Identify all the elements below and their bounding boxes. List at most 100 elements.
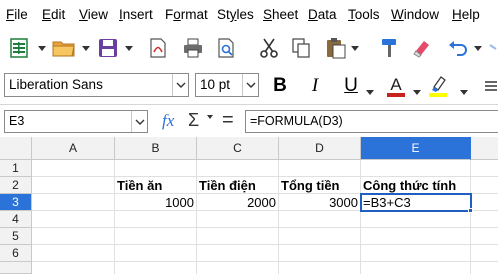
menu-sheet[interactable]: Sheet xyxy=(263,7,298,23)
cell-a5[interactable] xyxy=(32,228,115,245)
cell-b4[interactable] xyxy=(115,211,197,228)
cell-f4[interactable] xyxy=(471,211,498,228)
cell-b1[interactable] xyxy=(115,160,197,177)
menu-help[interactable]: Help xyxy=(452,7,480,23)
row-header-1[interactable]: 1 xyxy=(0,160,32,177)
font-size-combobox[interactable]: 10 pt xyxy=(195,73,259,97)
menu-insert[interactable]: Insert xyxy=(119,7,153,23)
cell-b6[interactable] xyxy=(115,245,197,262)
print-preview-icon[interactable] xyxy=(213,34,239,62)
print-icon[interactable] xyxy=(180,34,206,62)
cell-e3[interactable]: =B3+C3 xyxy=(361,194,471,211)
cell-d4[interactable] xyxy=(279,211,361,228)
row-header-2[interactable]: 2 xyxy=(0,177,32,194)
highlight-color-icon[interactable] xyxy=(425,72,451,100)
cell-f2[interactable] xyxy=(471,177,498,194)
cell-e2[interactable]: Công thức tính xyxy=(361,177,471,194)
open-folder-icon[interactable] xyxy=(50,34,78,62)
cell-e5[interactable] xyxy=(361,228,471,245)
cell-d7[interactable] xyxy=(279,262,361,274)
cell-b5[interactable] xyxy=(115,228,197,245)
name-box[interactable]: E3 xyxy=(4,110,148,133)
font-name-combobox[interactable]: Liberation Sans xyxy=(4,73,189,97)
cell-c3[interactable]: 2000 xyxy=(197,194,279,211)
menu-data[interactable]: Data xyxy=(308,7,337,23)
new-dropdown-arrow-icon[interactable] xyxy=(38,46,46,51)
copy-icon[interactable] xyxy=(289,34,313,62)
export-pdf-icon[interactable] xyxy=(145,34,171,62)
cell-d3[interactable]: 3000 xyxy=(279,194,361,211)
function-wizard-icon[interactable]: fx xyxy=(162,111,174,131)
sum-dropdown-arrow-icon[interactable] xyxy=(207,115,213,119)
clone-formatting-icon[interactable] xyxy=(378,34,402,62)
cell-a2[interactable] xyxy=(32,177,115,194)
redo-icon[interactable] xyxy=(488,34,498,62)
cell-c6[interactable] xyxy=(197,245,279,262)
cell-a3[interactable] xyxy=(32,194,115,211)
row-header-5[interactable]: 5 xyxy=(0,228,32,245)
save-dropdown-arrow-icon[interactable] xyxy=(125,46,133,51)
save-icon[interactable] xyxy=(95,34,121,62)
column-header-a[interactable]: A xyxy=(32,137,115,160)
cell-f3[interactable] xyxy=(471,194,498,211)
cell-e1[interactable] xyxy=(361,160,471,177)
undo-dropdown-arrow-icon[interactable] xyxy=(474,46,482,51)
cell-e7[interactable] xyxy=(361,262,471,274)
spreadsheet-grid[interactable]: A B C D E 1 2 3 4 5 6 Tiền ăn Tiền điện … xyxy=(0,137,498,274)
font-color-dropdown-arrow-icon[interactable] xyxy=(413,90,421,95)
cell-b7[interactable] xyxy=(115,262,197,274)
column-header-f[interactable] xyxy=(471,137,498,160)
cell-b3[interactable]: 1000 xyxy=(115,194,197,211)
cell-d2[interactable]: Tổng tiền xyxy=(279,177,361,194)
cell-a4[interactable] xyxy=(32,211,115,228)
menu-window[interactable]: Window xyxy=(391,7,439,23)
cell-f7[interactable] xyxy=(471,262,498,274)
highlight-dropdown-arrow-icon[interactable] xyxy=(460,90,468,95)
paste-icon[interactable] xyxy=(322,34,350,62)
menu-format[interactable]: Format xyxy=(165,7,208,23)
row-header-6[interactable]: 6 xyxy=(0,245,32,262)
font-color-icon[interactable]: A xyxy=(383,72,409,100)
chevron-down-icon[interactable] xyxy=(131,111,147,132)
select-all-corner[interactable] xyxy=(0,137,32,160)
cell-c2[interactable]: Tiền điện xyxy=(197,177,279,194)
italic-button[interactable]: I xyxy=(304,72,326,100)
cell-c5[interactable] xyxy=(197,228,279,245)
cell-c4[interactable] xyxy=(197,211,279,228)
more-options-icon[interactable] xyxy=(480,72,498,100)
menu-view[interactable]: View xyxy=(79,7,108,23)
column-header-e[interactable]: E xyxy=(361,137,471,160)
cell-c1[interactable] xyxy=(197,160,279,177)
column-header-c[interactable]: C xyxy=(197,137,279,160)
cell-b2[interactable]: Tiền ăn xyxy=(115,177,197,194)
underline-dropdown-arrow-icon[interactable] xyxy=(366,90,374,95)
cell-c7[interactable] xyxy=(197,262,279,274)
menu-edit[interactable]: Edit xyxy=(42,7,65,23)
bold-button[interactable]: B xyxy=(268,72,292,100)
clear-formatting-icon[interactable] xyxy=(409,34,433,62)
cell-d1[interactable] xyxy=(279,160,361,177)
new-spreadsheet-icon[interactable] xyxy=(6,34,32,62)
undo-icon[interactable] xyxy=(446,34,470,62)
row-header-7[interactable] xyxy=(0,262,32,274)
cell-e6[interactable] xyxy=(361,245,471,262)
open-dropdown-arrow-icon[interactable] xyxy=(82,46,90,51)
cell-f6[interactable] xyxy=(471,245,498,262)
menu-file[interactable]: File xyxy=(6,7,28,23)
autofill-handle[interactable] xyxy=(468,208,473,213)
sum-icon[interactable]: Σ xyxy=(188,110,199,131)
cell-d6[interactable] xyxy=(279,245,361,262)
menu-tools[interactable]: Tools xyxy=(348,7,380,23)
underline-button[interactable]: U xyxy=(340,72,362,100)
row-header-3[interactable]: 3 xyxy=(0,194,32,211)
column-header-d[interactable]: D xyxy=(279,137,361,160)
cell-a6[interactable] xyxy=(32,245,115,262)
column-header-b[interactable]: B xyxy=(115,137,197,160)
cell-a1[interactable] xyxy=(32,160,115,177)
menu-styles[interactable]: Styles xyxy=(217,7,254,23)
cell-d5[interactable] xyxy=(279,228,361,245)
cut-icon[interactable] xyxy=(257,34,281,62)
paste-dropdown-arrow-icon[interactable] xyxy=(351,46,359,51)
formula-equals-icon[interactable]: = xyxy=(222,109,234,132)
cell-a7[interactable] xyxy=(32,262,115,274)
